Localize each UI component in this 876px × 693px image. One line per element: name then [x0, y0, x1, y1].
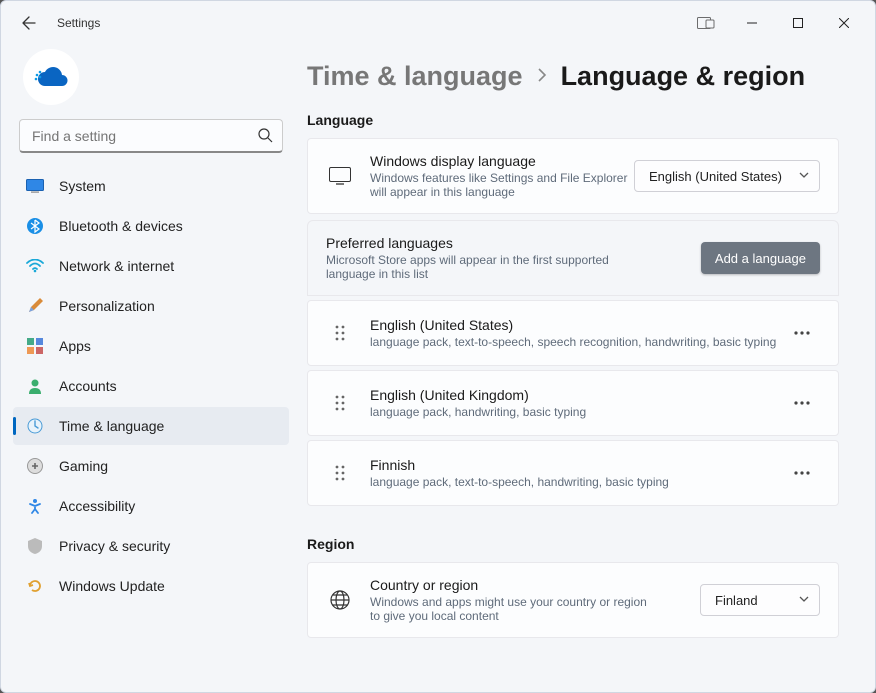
maximize-button[interactable] [775, 7, 821, 39]
search-input[interactable] [19, 119, 283, 153]
globe-icon [326, 590, 354, 610]
drag-handle-icon[interactable] [326, 324, 354, 342]
nav-label: Gaming [59, 458, 108, 474]
maximize-icon [793, 18, 803, 28]
titlebar: Settings [1, 1, 875, 45]
search-container [19, 119, 283, 153]
region-dropdown[interactable]: Finland [700, 584, 820, 616]
cloud-icon [34, 66, 68, 88]
language-item[interactable]: English (United Kingdom) language pack, … [307, 370, 839, 436]
nav-bluetooth[interactable]: Bluetooth & devices [13, 207, 289, 245]
nav-label: Accounts [59, 378, 117, 394]
language-more-button[interactable] [784, 315, 820, 351]
shield-icon [25, 536, 45, 556]
settings-window: Settings [0, 0, 876, 693]
drag-handle-icon[interactable] [326, 394, 354, 412]
wifi-icon [25, 256, 45, 276]
preferred-title: Preferred languages [326, 235, 660, 251]
nav-label: Personalization [59, 298, 155, 314]
breadcrumb-parent[interactable]: Time & language [307, 61, 523, 92]
nav-accessibility[interactable]: Accessibility [13, 487, 289, 525]
preferred-languages-card: Preferred languages Microsoft Store apps… [307, 220, 839, 296]
brush-icon [25, 296, 45, 316]
gaming-icon [25, 456, 45, 476]
arrow-left-icon [21, 15, 37, 31]
accessibility-icon [25, 496, 45, 516]
chevron-down-icon [799, 168, 809, 183]
region-card: Country or region Windows and apps might… [307, 562, 839, 638]
add-language-button[interactable]: Add a language [701, 242, 820, 274]
section-region-label: Region [307, 536, 839, 552]
nav-label: Time & language [59, 418, 164, 434]
nav-label: Privacy & security [59, 538, 170, 554]
nav-label: Bluetooth & devices [59, 218, 183, 234]
region-sub: Windows and apps might use your country … [370, 595, 660, 623]
nav: System Bluetooth & devices Network & int… [13, 167, 289, 605]
language-meta: language pack, text-to-speech, speech re… [370, 335, 784, 349]
language-item[interactable]: English (United States) language pack, t… [307, 300, 839, 366]
person-icon [25, 376, 45, 396]
search-icon [257, 127, 273, 148]
language-more-button[interactable] [784, 385, 820, 421]
update-icon [25, 576, 45, 596]
nav-privacy[interactable]: Privacy & security [13, 527, 289, 565]
nav-label: Network & internet [59, 258, 174, 274]
sidebar: System Bluetooth & devices Network & int… [1, 45, 301, 692]
display-language-title: Windows display language [370, 153, 634, 169]
window-controls [683, 7, 867, 39]
nav-network[interactable]: Network & internet [13, 247, 289, 285]
display-language-card: Windows display language Windows feature… [307, 138, 839, 214]
breadcrumb-current: Language & region [561, 61, 806, 92]
content-area[interactable]: Time & language Language & region Langua… [301, 45, 875, 692]
app-title: Settings [57, 16, 100, 30]
nav-system[interactable]: System [13, 167, 289, 205]
language-name: Finnish [370, 457, 784, 473]
more-icon [794, 401, 810, 405]
preferred-language-list: English (United States) language pack, t… [307, 300, 839, 506]
nav-label: Accessibility [59, 498, 135, 514]
clock-globe-icon [25, 416, 45, 436]
language-name: English (United Kingdom) [370, 387, 784, 403]
language-more-button[interactable] [784, 455, 820, 491]
nav-apps[interactable]: Apps [13, 327, 289, 365]
language-item[interactable]: Finnish language pack, text-to-speech, h… [307, 440, 839, 506]
tablet-mode-icon [683, 7, 729, 39]
nav-accounts[interactable]: Accounts [13, 367, 289, 405]
section-language-label: Language [307, 112, 839, 128]
minimize-icon [747, 18, 757, 28]
more-icon [794, 331, 810, 335]
nav-label: Windows Update [59, 578, 165, 594]
display-language-dropdown[interactable]: English (United States) [634, 160, 820, 192]
region-title: Country or region [370, 577, 660, 593]
close-icon [839, 18, 849, 28]
minimize-button[interactable] [729, 7, 775, 39]
chevron-down-icon [799, 592, 809, 607]
language-name: English (United States) [370, 317, 784, 333]
monitor-icon [326, 167, 354, 185]
chevron-right-icon [537, 66, 547, 87]
bluetooth-icon [25, 216, 45, 236]
nav-label: Apps [59, 338, 91, 354]
system-icon [25, 176, 45, 196]
language-meta: language pack, handwriting, basic typing [370, 405, 784, 419]
nav-label: System [59, 178, 106, 194]
nav-personalization[interactable]: Personalization [13, 287, 289, 325]
language-meta: language pack, text-to-speech, handwriti… [370, 475, 784, 489]
preferred-sub: Microsoft Store apps will appear in the … [326, 253, 636, 281]
drag-handle-icon[interactable] [326, 464, 354, 482]
nav-gaming[interactable]: Gaming [13, 447, 289, 485]
avatar [23, 49, 79, 105]
back-button[interactable] [9, 3, 49, 43]
close-button[interactable] [821, 7, 867, 39]
display-language-sub: Windows features like Settings and File … [370, 171, 634, 199]
nav-windows-update[interactable]: Windows Update [13, 567, 289, 605]
breadcrumb: Time & language Language & region [307, 61, 839, 92]
apps-icon [25, 336, 45, 356]
profile-area[interactable] [13, 45, 289, 119]
more-icon [794, 471, 810, 475]
nav-time-language[interactable]: Time & language [13, 407, 289, 445]
